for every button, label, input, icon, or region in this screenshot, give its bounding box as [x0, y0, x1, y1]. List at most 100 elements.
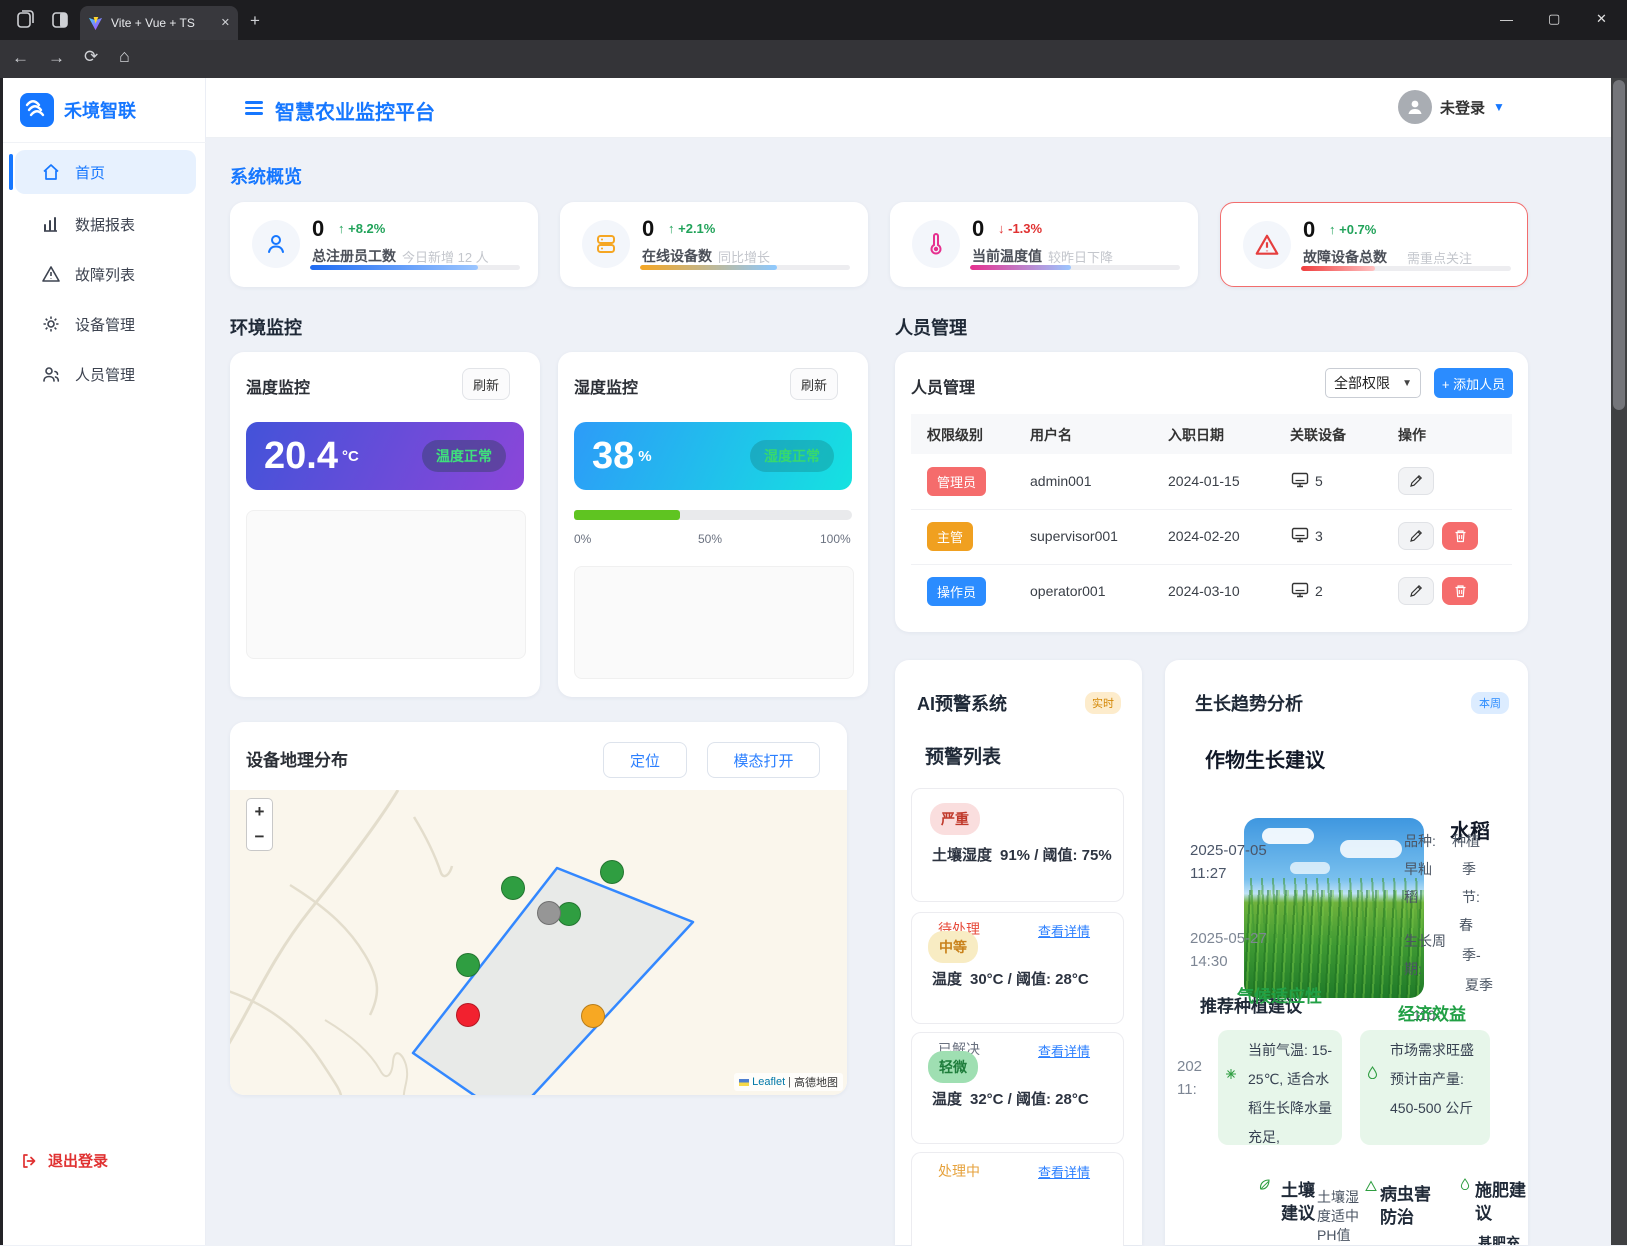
col-date: 入职日期	[1168, 425, 1224, 445]
severity-badge: 轻微	[928, 1051, 978, 1083]
stat-sub: 较昨日下降	[1048, 247, 1113, 266]
workspaces-icon[interactable]	[14, 9, 36, 31]
forward-button[interactable]: →	[48, 49, 65, 66]
col-user: 用户名	[1030, 425, 1072, 445]
sidebar-item-home[interactable]: 首页	[15, 150, 196, 194]
detail-fragment: 种植	[1452, 832, 1480, 851]
new-tab-button[interactable]: +	[250, 12, 260, 29]
alert-status: 处理中	[938, 1161, 980, 1181]
temp-refresh-button[interactable]: 刷新	[462, 368, 510, 400]
alert-small-icon	[1365, 1180, 1377, 1192]
economy-text: 市场需求旺盛 预计亩产量: 450-500 公斤	[1390, 1036, 1480, 1123]
add-staff-button[interactable]: + 添加人员	[1434, 368, 1513, 398]
scale-50: 50%	[698, 532, 722, 546]
device-marker[interactable]	[581, 1004, 605, 1028]
provider-link[interactable]: 高德地图	[794, 1074, 838, 1090]
hum-card-title: 湿度监控	[574, 374, 638, 398]
climate-text: 当前气温: 15-25℃, 适合水稻生长降水量充足,	[1248, 1036, 1334, 1152]
map-zoom-in-button[interactable]: +	[246, 798, 273, 825]
view-detail-link[interactable]: 查看详情	[1038, 1162, 1090, 1181]
tab-actions-icon[interactable]	[50, 10, 70, 30]
device-count: 2	[1315, 583, 1323, 599]
staff-card-title: 人员管理	[911, 374, 975, 398]
humidity-banner: 38 % 湿度正常	[574, 422, 852, 490]
locate-button[interactable]: 定位	[603, 742, 687, 778]
hum-chart-placeholder	[574, 566, 854, 679]
edit-button[interactable]	[1398, 522, 1434, 550]
edit-button[interactable]	[1398, 467, 1434, 495]
sidebar-item-staff[interactable]: 人员管理	[15, 352, 196, 396]
overview-heading: 系统概览	[230, 163, 302, 189]
map-zoom-out-button[interactable]: −	[246, 824, 273, 851]
sidebar-item-label: 首页	[75, 162, 105, 183]
leaflet-map[interactable]: + − Leaflet | 高德地图	[230, 790, 847, 1095]
back-button[interactable]: ←	[12, 49, 29, 66]
sidebar-item-reports[interactable]: 数据报表	[15, 202, 196, 246]
stat-card-staff: 0 ↑ +8.2% 总注册员工数 今日新增 12 人	[230, 202, 538, 287]
realtime-badge: 实时	[1085, 692, 1121, 714]
sidebar-item-faults[interactable]: 故障列表	[15, 252, 196, 296]
delete-button[interactable]	[1442, 522, 1478, 550]
alert-item[interactable]: 处理中 查看详情	[911, 1152, 1124, 1246]
alert-item[interactable]: 已解决 查看详情 轻微 温度 32°C / 阈值: 28°C	[911, 1032, 1124, 1144]
permission-filter-select[interactable]: 全部权限 ▼	[1325, 368, 1421, 398]
device-marker[interactable]	[456, 953, 480, 977]
menu-toggle-icon[interactable]	[245, 98, 263, 118]
device-marker[interactable]	[537, 901, 561, 925]
view-detail-link[interactable]: 查看详情	[1038, 1041, 1090, 1060]
alert-item[interactable]: 待处理 查看详情 中等 温度 30°C / 阈值: 28°C	[911, 912, 1124, 1024]
col-devices: 关联设备	[1290, 425, 1346, 445]
col-role: 权限级别	[927, 425, 983, 445]
detail-fragment: 期:	[1404, 960, 1422, 979]
reload-button[interactable]: ⟳	[84, 48, 98, 65]
temperature-status-badge: 温度正常	[422, 440, 506, 472]
timestamp: 20211:	[1177, 1056, 1202, 1101]
table-header: 权限级别 用户名 入职日期 关联设备 操作	[911, 414, 1512, 454]
table-row: 管理员 admin001 2024-01-15 5	[911, 454, 1512, 510]
device-marker[interactable]	[600, 860, 624, 884]
view-detail-link[interactable]: 查看详情	[1038, 921, 1090, 940]
window-minimize-button[interactable]: —	[1500, 12, 1513, 27]
browser-tab[interactable]: Vite + Vue + TS ✕	[80, 6, 238, 40]
delete-button[interactable]	[1442, 577, 1478, 605]
window-maximize-button[interactable]: ▢	[1548, 11, 1560, 27]
logout-button[interactable]: 退出登录	[20, 1150, 108, 1171]
home-button[interactable]: ⌂	[119, 47, 130, 65]
alerts-title: AI预警系统	[917, 690, 1007, 716]
humidity-status-badge: 湿度正常	[750, 440, 834, 472]
window-close-button[interactable]: ✕	[1596, 11, 1607, 27]
map-attribution: Leaflet | 高德地图	[734, 1073, 843, 1091]
device-marker[interactable]	[501, 876, 525, 900]
humidity-value: 38	[592, 435, 634, 478]
temperature-value: 20.4	[264, 435, 338, 478]
role-badge: 管理员	[927, 467, 986, 496]
col-actions: 操作	[1398, 425, 1426, 445]
severity-badge: 严重	[930, 803, 980, 835]
stat-value: 0	[972, 216, 984, 242]
leaf-icon	[1258, 1178, 1271, 1191]
username: admin001	[1030, 473, 1092, 489]
device-count: 5	[1315, 473, 1323, 489]
stat-label: 当前温度值	[972, 246, 1042, 266]
detail-fragment: 节:	[1462, 888, 1480, 907]
device-count: 3	[1315, 528, 1323, 544]
edit-button[interactable]	[1398, 577, 1434, 605]
sidebar-item-label: 人员管理	[75, 364, 135, 385]
stat-card-temperature: 0 ↓ -1.3% 当前温度值 较昨日下降	[890, 202, 1198, 287]
leaflet-link[interactable]: Leaflet	[752, 1076, 785, 1088]
open-modal-button[interactable]: 模态打开	[707, 742, 820, 778]
detail-fragment: 季	[1462, 860, 1476, 879]
role-badge: 操作员	[927, 577, 986, 606]
user-menu[interactable]: 未登录 ▼	[1398, 90, 1505, 124]
fertilizer-text: 基肥充	[1478, 1234, 1520, 1245]
device-marker[interactable]	[456, 1003, 480, 1027]
detail-fragment: 稻	[1404, 888, 1418, 907]
alert-value: 30°C / 阈值: 28°C	[970, 969, 1100, 991]
sidebar-item-devices[interactable]: 设备管理	[15, 302, 196, 346]
stat-card-devices: 0 ↑ +2.1% 在线设备数 同比增长	[560, 202, 868, 287]
hum-refresh-button[interactable]: 刷新	[790, 368, 838, 400]
alert-item[interactable]: 严重 土壤湿度 91% / 阈值: 75%	[911, 788, 1124, 902]
monitor-icon	[1290, 580, 1310, 600]
tab-close-icon[interactable]: ✕	[221, 18, 230, 29]
scrollbar-thumb[interactable]	[1613, 80, 1625, 410]
